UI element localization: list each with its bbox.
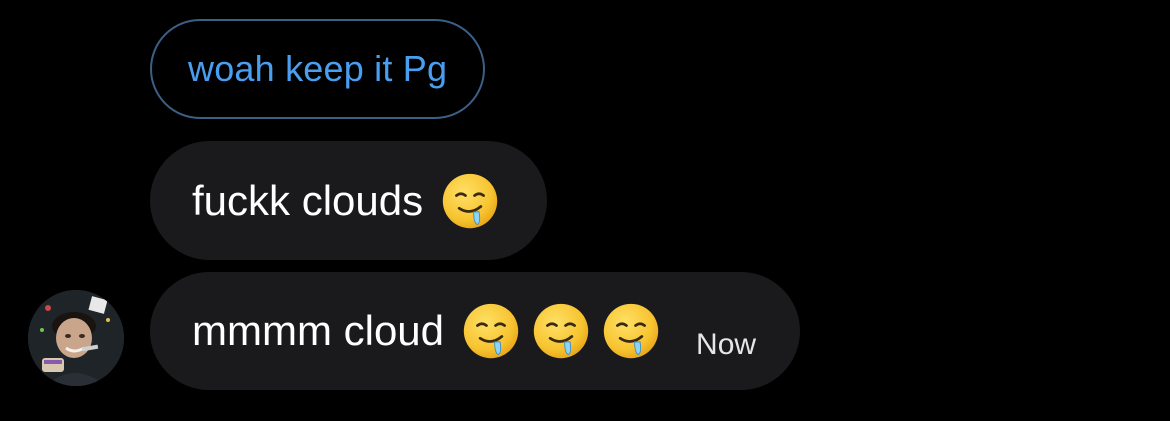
sender-avatar[interactable] <box>28 290 124 386</box>
message-bubble[interactable]: mmmm cloud Now <box>150 272 801 390</box>
reply-quote-bubble[interactable]: woah keep it Pg <box>150 19 486 119</box>
drooling-face-emoji-icon <box>602 302 660 360</box>
drooling-face-emoji-icon <box>441 172 499 230</box>
message-text: mmmm cloud <box>192 307 445 354</box>
avatar-photo-icon <box>28 290 124 386</box>
drooling-face-emoji-icon <box>532 302 590 360</box>
message-bubble[interactable]: fuckk clouds <box>150 141 548 260</box>
message-text: fuckk clouds <box>192 176 424 224</box>
message-timestamp: Now <box>696 328 757 361</box>
drooling-face-emoji-icon <box>462 302 520 360</box>
reply-quote-text: woah keep it Pg <box>188 48 448 89</box>
